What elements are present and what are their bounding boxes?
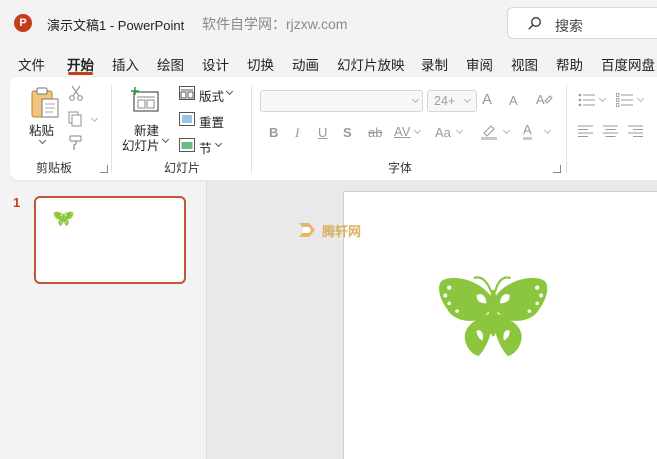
watermark-text: 腾轩网 (322, 224, 362, 239)
group-separator (111, 85, 112, 173)
tab-home[interactable]: 开始 (67, 54, 94, 74)
search-box[interactable]: 搜索 (507, 7, 657, 39)
document-title: 演示文稿1 - PowerPoint (47, 18, 185, 33)
active-tab-indicator (68, 72, 93, 75)
clear-formatting-icon[interactable]: A (535, 91, 553, 109)
tab-review[interactable]: 审阅 (466, 54, 493, 74)
search-placeholder: 搜索 (555, 18, 583, 34)
butterfly-thumbnail-icon (53, 211, 74, 227)
butterfly-image[interactable] (436, 274, 566, 362)
slide-thumbnail[interactable] (34, 196, 186, 284)
tab-slideshow[interactable]: 幻灯片放映 (337, 54, 405, 74)
clipboard-group-label: 剪贴板 (36, 161, 73, 175)
font-group-label: 字体 (388, 161, 413, 175)
numbering-icon[interactable] (616, 93, 634, 107)
tab-draw[interactable]: 绘图 (157, 54, 184, 74)
align-left-icon[interactable] (578, 125, 593, 137)
section-label: 节 (199, 142, 212, 156)
font-size-dropdown-caret[interactable] (463, 95, 472, 104)
italic-icon[interactable]: I (295, 125, 299, 141)
font-dialog-launcher-icon[interactable] (553, 165, 561, 173)
tab-baidu-netdisk[interactable]: 百度网盘 (601, 54, 655, 74)
change-case-icon[interactable]: Aa (435, 125, 451, 140)
tab-file[interactable]: 文件 (18, 54, 45, 74)
character-spacing-icon[interactable]: AV (394, 124, 410, 139)
font-name-dropdown-caret[interactable] (411, 95, 420, 104)
grow-font-icon[interactable]: A (482, 91, 492, 108)
change-case-dropdown-caret[interactable] (455, 126, 464, 135)
underline-icon[interactable]: U (318, 125, 327, 140)
cut-icon[interactable] (68, 85, 84, 101)
svg-text:A: A (536, 92, 545, 107)
group-separator (566, 85, 567, 173)
tab-design[interactable]: 设计 (202, 54, 229, 74)
tab-view[interactable]: 视图 (511, 54, 538, 74)
format-painter-icon[interactable] (68, 135, 84, 151)
font-size-combobox[interactable]: 24+ (427, 90, 477, 112)
align-right-icon[interactable] (628, 125, 643, 137)
powerpoint-logo-icon: P (14, 14, 32, 32)
tab-insert[interactable]: 插入 (112, 54, 139, 74)
bullets-icon[interactable] (578, 93, 596, 107)
character-spacing-dropdown-caret[interactable] (413, 126, 422, 135)
site-watermark-text: 软件自学网：rjzxw.com (202, 16, 348, 32)
tab-help[interactable]: 帮助 (556, 54, 583, 74)
font-color-dropdown-caret[interactable] (543, 126, 552, 135)
title-bar: P 演示文稿1 - PowerPoint 软件自学网：rjzxw.com 搜索 (0, 0, 657, 46)
numbering-dropdown-caret[interactable] (636, 94, 645, 103)
group-separator (251, 85, 252, 173)
slides-group-label: 幻灯片 (164, 161, 201, 175)
layout-icon (179, 86, 195, 100)
bullets-dropdown-caret[interactable] (598, 94, 607, 103)
copy-icon[interactable] (67, 111, 83, 127)
reset-icon (179, 112, 195, 126)
highlight-dropdown-caret[interactable] (502, 126, 511, 135)
tab-record[interactable]: 录制 (421, 54, 448, 74)
search-icon (528, 17, 541, 30)
section-icon (179, 138, 195, 152)
highlight-color-icon[interactable] (480, 122, 498, 140)
align-center-icon[interactable] (603, 125, 618, 137)
reset-label: 重置 (199, 116, 225, 130)
paste-icon (31, 87, 59, 118)
tab-transitions[interactable]: 切换 (247, 54, 274, 74)
ribbon: 粘贴 剪贴板 新建 幻灯片 版式 重置 节 幻灯片 24+ A A A B I … (10, 77, 657, 180)
layout-label: 版式 (199, 90, 225, 104)
section-dropdown-caret[interactable] (214, 139, 223, 148)
bold-icon[interactable]: B (269, 125, 278, 140)
new-slide-label-line2: 幻灯片 (122, 139, 160, 153)
slide-number: 1 (13, 195, 21, 210)
font-size-value: 24+ (434, 94, 456, 108)
shrink-font-icon[interactable]: A (509, 93, 518, 108)
new-slide-icon (131, 87, 159, 112)
ribbon-tabs: 文件 开始 插入 绘图 设计 切换 动画 幻灯片放映 录制 审阅 视图 帮助 百… (0, 48, 657, 76)
layout-dropdown-caret[interactable] (225, 87, 234, 96)
clipboard-dialog-launcher-icon[interactable] (100, 165, 108, 173)
new-slide-dropdown-caret[interactable] (161, 135, 170, 144)
slide-canvas[interactable] (343, 191, 657, 459)
copy-dropdown-caret[interactable] (90, 114, 99, 123)
tab-animations[interactable]: 动画 (292, 54, 319, 74)
text-shadow-icon[interactable]: S (343, 125, 352, 140)
strikethrough-icon[interactable]: ab (368, 125, 382, 140)
font-name-combobox[interactable] (260, 90, 423, 112)
font-color-icon[interactable]: A (523, 123, 532, 140)
